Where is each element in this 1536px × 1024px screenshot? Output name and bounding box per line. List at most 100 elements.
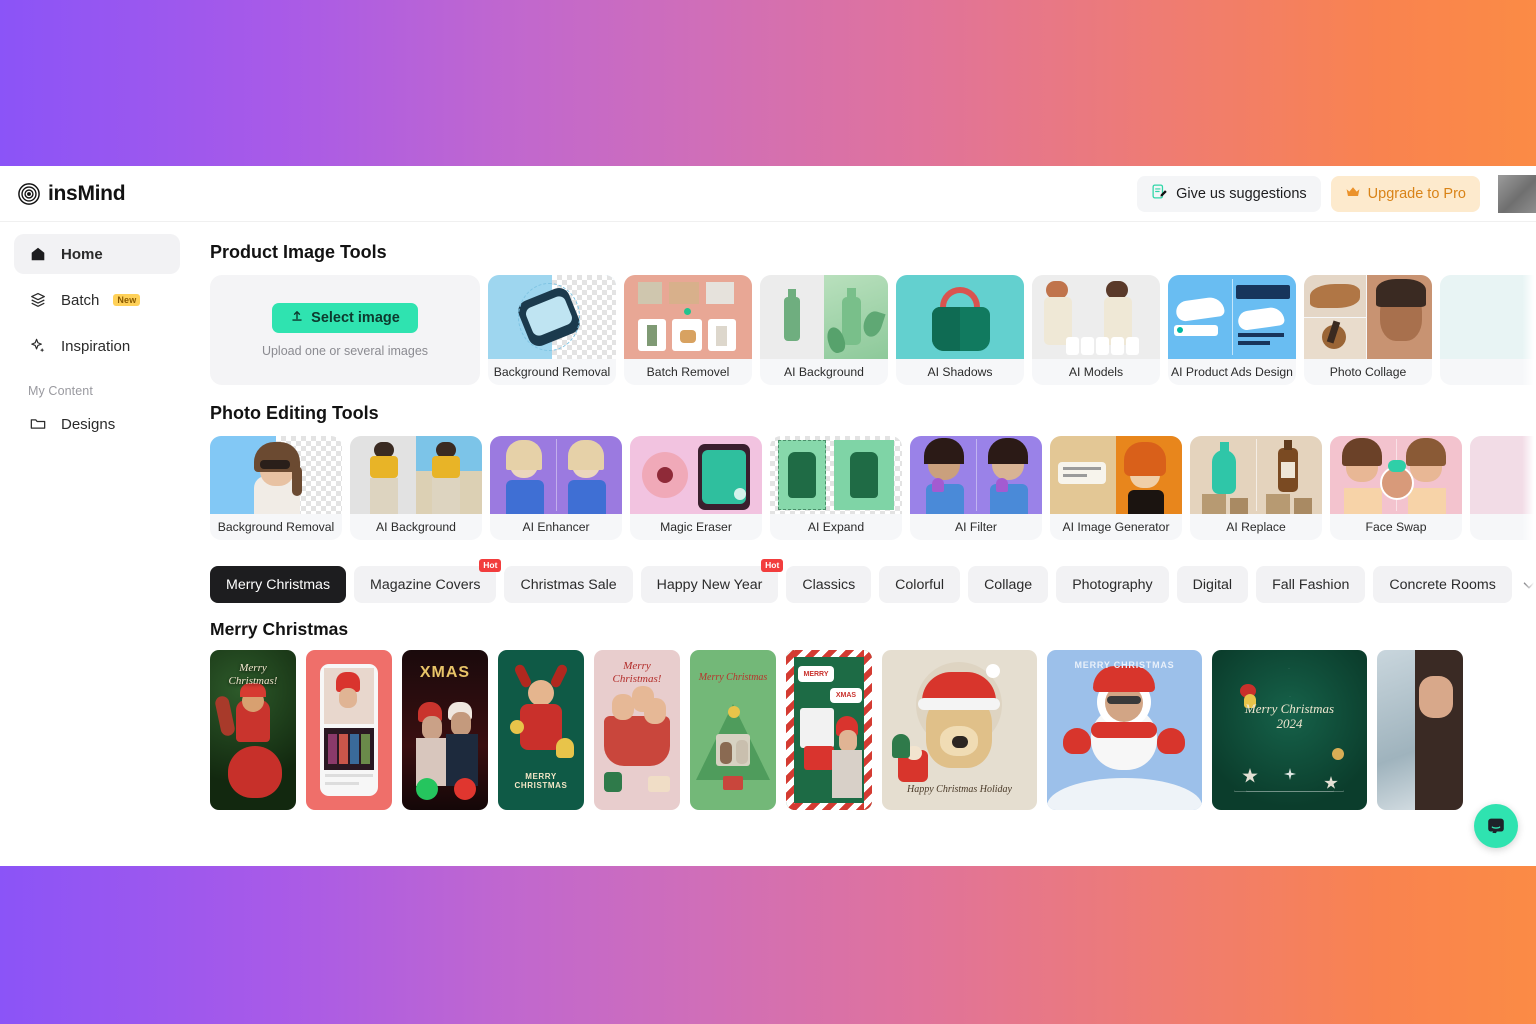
upgrade-to-pro-button[interactable]: Upgrade to Pro (1330, 175, 1480, 212)
home-icon (28, 245, 47, 264)
template-card[interactable]: MERRY CHRISTMAS (1047, 650, 1202, 810)
sidebar-item-home[interactable]: Home (14, 234, 180, 274)
tool-label: Photo Collage (1329, 365, 1407, 379)
header-actions: Give us suggestions Upgrade to Pro (1137, 174, 1536, 213)
insmind-logo-icon (18, 182, 40, 205)
brand-name: insMind (48, 181, 126, 205)
template-card[interactable] (1377, 650, 1463, 810)
tool-card-ai-background[interactable]: AI Background (760, 275, 888, 385)
upload-hint: Upload one or several images (261, 343, 429, 358)
sidebar-group-label: My Content (28, 384, 93, 398)
chip-label: Colorful (895, 576, 945, 593)
batch-product-grid-thumb (624, 275, 752, 359)
tool-card-ai-shadows[interactable]: AI Shadows (896, 275, 1024, 385)
brand-logo[interactable]: insMind (0, 181, 126, 206)
tool-label: Batch Removel (646, 365, 730, 379)
tool-label: AI Shadows (927, 365, 993, 379)
chip-classics[interactable]: Classics (786, 566, 872, 603)
template-card[interactable]: XMAS (402, 650, 488, 810)
main-content: Product Image Tools Select image Upload … (192, 222, 1536, 866)
green-handbag-thumb (896, 275, 1024, 359)
tool-label: AI Models (1068, 365, 1124, 379)
tool-label: AI Enhancer (522, 520, 590, 534)
select-image-button[interactable]: Select image (272, 302, 418, 333)
tool-label: AI Filter (955, 520, 997, 534)
chip-digital[interactable]: Digital (1176, 566, 1249, 603)
chip-concrete-rooms[interactable]: Concrete Rooms (1373, 566, 1512, 603)
chip-photography[interactable]: Photography (1056, 566, 1169, 603)
green-bottle-scene-thumb (760, 275, 888, 359)
tool-card-magic-eraser[interactable]: Magic Eraser (630, 436, 762, 540)
template-card[interactable] (306, 650, 392, 810)
tool-card-edit-ai-background[interactable]: AI Background (350, 436, 482, 540)
template-card[interactable]: Merry Christmas! (210, 650, 296, 810)
tool-card-photo-collage[interactable]: Photo Collage (1304, 275, 1432, 385)
girl-tulips-cartoon-thumb (910, 436, 1042, 514)
tool-card-edit-background-removal[interactable]: Background Removal (210, 436, 342, 540)
tool-card-partial[interactable] (1440, 275, 1536, 385)
tool-card-ai-image-generator[interactable]: AI Image Generator (1050, 436, 1182, 540)
tool-card-batch-removel[interactable]: Batch Removel (624, 275, 752, 385)
tool-card-ai-expand[interactable]: AI Expand (770, 436, 902, 540)
app-body: Home Batch New Inspiration My Content De… (0, 222, 1536, 866)
product-tools-heading: Product Image Tools (210, 242, 387, 262)
template-card[interactable]: Merry Christmas 2024 (1212, 650, 1367, 810)
app-window: insMind Give us suggestions Upgrade to P… (0, 166, 1536, 866)
tool-card-ai-filter[interactable]: AI Filter (910, 436, 1042, 540)
chip-label: Digital (1192, 576, 1233, 593)
chip-christmas-sale[interactable]: Christmas Sale (504, 566, 633, 603)
template-gallery: Merry Christmas! XMAS MERRY CHRISTMAS Me… (210, 650, 1536, 810)
chip-merry-christmas[interactable]: Merry Christmas (210, 566, 347, 603)
tool-label (1440, 359, 1536, 385)
upload-dropzone[interactable]: Select image Upload one or several image… (210, 275, 480, 385)
tool-card-ai-replace[interactable]: AI Replace (1190, 436, 1322, 540)
editing-tools-heading: Photo Editing Tools (210, 403, 379, 423)
gallery-heading: Merry Christmas (210, 619, 349, 639)
upload-arrow-icon (290, 309, 304, 327)
avatar[interactable] (1498, 174, 1536, 213)
chat-bubble-icon[interactable] (1474, 804, 1518, 848)
tool-card-ai-product-ads-design[interactable]: AI Product Ads Design (1168, 275, 1296, 385)
give-suggestions-label: Give us suggestions (1176, 185, 1307, 202)
tool-card-face-swap[interactable]: Face Swap (1330, 436, 1462, 540)
tool-label: AI Replace (1226, 520, 1286, 534)
sidebar-item-batch[interactable]: Batch New (14, 280, 180, 320)
new-badge: New (113, 293, 141, 307)
template-card[interactable]: MERRY XMAS (786, 650, 872, 810)
template-card[interactable]: Happy Christmas Holiday (882, 650, 1037, 810)
sidebar-item-designs[interactable]: Designs (14, 404, 180, 444)
give-suggestions-button[interactable]: Give us suggestions (1137, 175, 1321, 212)
chevron-down-icon[interactable] (1520, 576, 1536, 594)
tool-card-background-removal[interactable]: Background Removal (488, 275, 616, 385)
chip-fall-fashion[interactable]: Fall Fashion (1256, 566, 1366, 603)
tool-label: AI Background (376, 520, 456, 534)
chip-magazine-covers[interactable]: Magazine Covers Hot (354, 559, 502, 603)
tool-card-edit-partial[interactable] (1470, 436, 1536, 540)
chip-label: Christmas Sale (520, 576, 617, 593)
tool-card-ai-enhancer[interactable]: AI Enhancer (490, 436, 622, 540)
two-fashion-models-thumb (1032, 275, 1160, 359)
chip-label: Collage (984, 576, 1033, 593)
sidebar-item-inspiration[interactable]: Inspiration (14, 326, 180, 366)
chip-label: Magazine Covers (370, 576, 481, 593)
chip-label: Concrete Rooms (1389, 576, 1496, 593)
template-card[interactable]: Merry Christmas (690, 650, 776, 810)
chip-happy-new-year[interactable]: Happy New Year Hot (640, 559, 784, 603)
partial-card-thumb (1470, 436, 1536, 514)
chip-collage[interactable]: Collage (968, 566, 1049, 603)
template-card[interactable]: MERRY CHRISTMAS (498, 650, 584, 810)
smartwatch-cutout-thumb (488, 275, 616, 359)
category-chips: Merry Christmas Magazine Covers Hot Chri… (210, 559, 1536, 603)
yellow-top-woman-beach-thumb (350, 436, 482, 514)
chip-label: Classics (802, 576, 856, 593)
sidebar-item-label: Inspiration (61, 337, 131, 355)
layers-icon (28, 291, 47, 310)
face-swap-girls-thumb (1330, 436, 1462, 514)
woman-sunglasses-cutout-thumb (210, 436, 342, 514)
makeup-collage-thumb (1304, 275, 1432, 359)
feedback-note-icon (1151, 183, 1168, 204)
template-card[interactable]: Merry Christmas! (594, 650, 680, 810)
chip-colorful[interactable]: Colorful (879, 566, 961, 603)
folder-icon (28, 415, 47, 434)
tool-card-ai-models[interactable]: AI Models (1032, 275, 1160, 385)
